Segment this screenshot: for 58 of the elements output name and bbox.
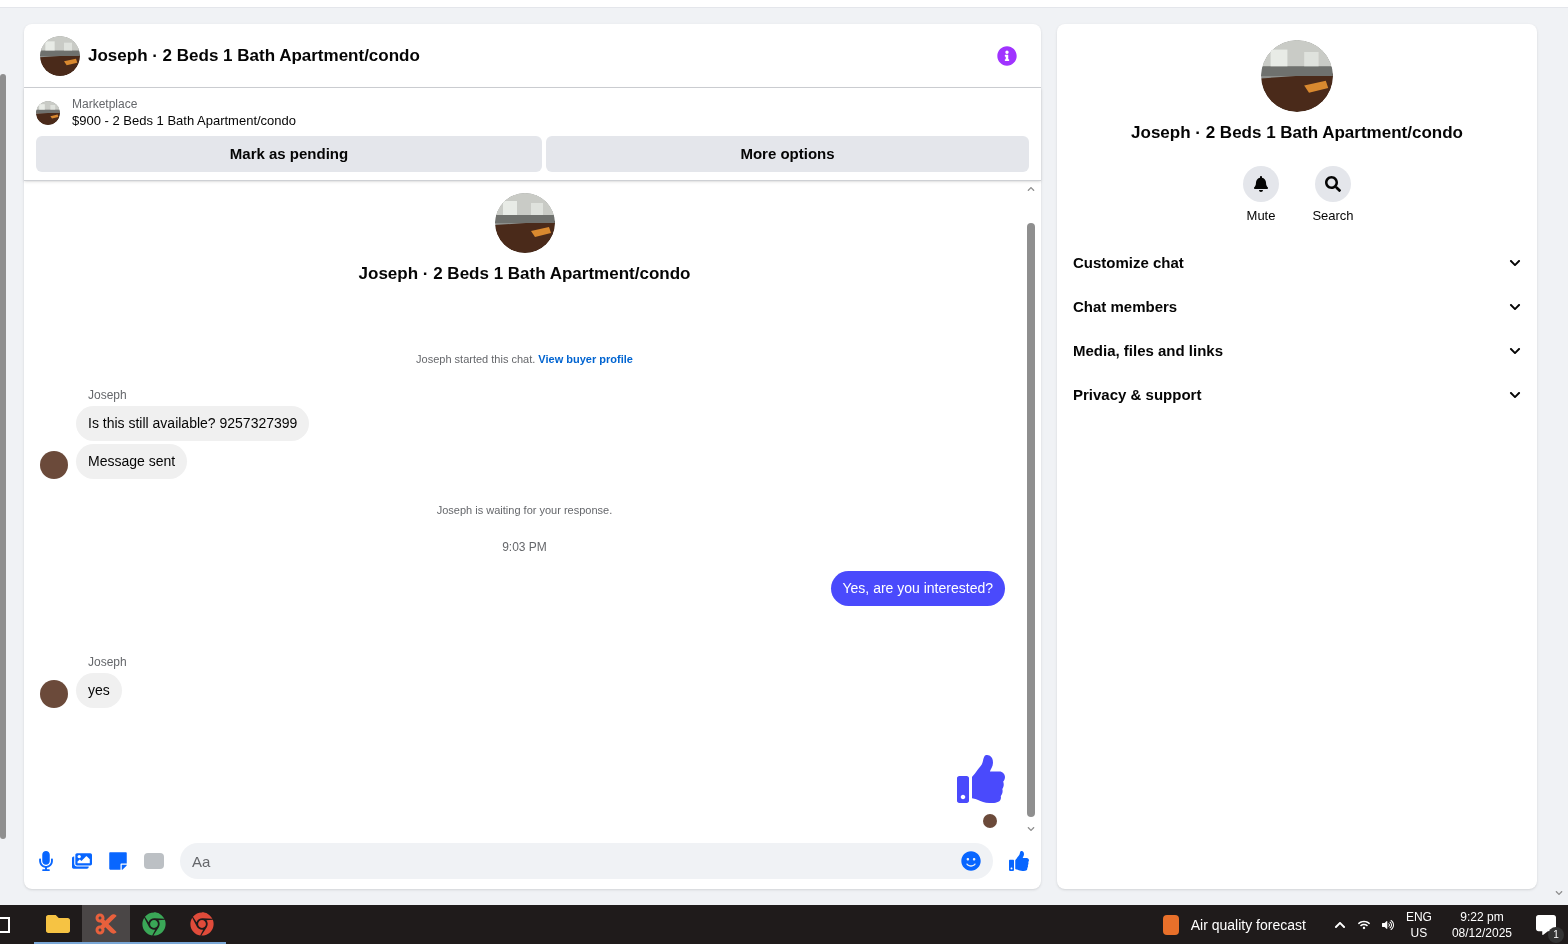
outgoing-message: Yes, are you interested? (830, 570, 1005, 606)
search-icon (1325, 175, 1341, 192)
language-indicator[interactable]: ENG (1405, 908, 1432, 925)
chevron-icon (1509, 257, 1521, 269)
region-indicator[interactable]: US (1410, 924, 1428, 941)
avatar (983, 813, 997, 828)
notifications-icon[interactable] (1536, 914, 1556, 935)
microphone-icon[interactable] (36, 851, 56, 871)
scrollbar[interactable] (0, 74, 6, 839)
browser-icon[interactable] (190, 911, 214, 936)
listing-action-button[interactable]: Mark as pending (36, 136, 542, 172)
details-section[interactable]: Customize chat (1065, 241, 1529, 285)
mute-button[interactable]: Mute (1237, 165, 1285, 225)
system-message: Joseph is waiting for your response. (435, 503, 614, 518)
clock-time[interactable]: 9:22 pm (1460, 908, 1504, 925)
sender-name: Joseph (88, 653, 128, 670)
chat-title: Joseph · 2 Beds 1 Bath Apartment/condo (88, 44, 420, 67)
bell-icon (1253, 175, 1269, 192)
browser-icon[interactable] (142, 911, 166, 936)
details-title: Joseph · 2 Beds 1 Bath Apartment/condo (1131, 122, 1463, 144)
chevron-icon (1509, 389, 1521, 401)
sender-name: Joseph (88, 387, 128, 403)
scissors-icon[interactable] (94, 911, 118, 936)
details-section[interactable]: Chat members (1065, 285, 1529, 329)
listing-source: Marketplace (72, 96, 139, 112)
incoming-message: yes (76, 672, 122, 708)
system-message: Joseph started this chat. View buyer profile (415, 351, 634, 367)
intro-title: Joseph · 2 Beds 1 Bath Apartment/condo (358, 263, 691, 285)
buyer-profile-link[interactable]: View buyer profile (538, 352, 633, 365)
message-field[interactable]: Aa (180, 843, 993, 879)
sticker-icon[interactable] (108, 851, 128, 871)
weather-icon[interactable] (1162, 914, 1179, 935)
details-section[interactable]: Media, files and links (1065, 329, 1529, 373)
chevron-icon (1509, 345, 1521, 357)
wifi-icon[interactable] (1357, 918, 1370, 931)
weather-widget[interactable]: Air quality forecast (1190, 914, 1306, 935)
thumbs-up-icon[interactable] (1009, 851, 1029, 871)
scroll-down-icon[interactable] (1027, 825, 1035, 833)
volume-icon[interactable] (1381, 918, 1394, 931)
listing-action-button[interactable]: More options (546, 136, 1029, 172)
scrollbar[interactable] (1027, 223, 1035, 817)
incoming-message: Message sent (76, 444, 188, 479)
notification-count: 1 (1548, 926, 1564, 943)
incoming-message: Is this still available? 9257327399 (76, 406, 310, 441)
timestamp: 9:03 PM (501, 538, 548, 555)
thumbs-up-icon (957, 754, 1005, 803)
chevron-icon (1509, 301, 1521, 313)
scroll-up-icon[interactable] (1027, 185, 1035, 193)
clock-date[interactable]: 08/12/2025 (1451, 924, 1512, 941)
image-icon[interactable] (72, 851, 92, 871)
info-icon[interactable] (997, 45, 1017, 66)
emoji-icon[interactable] (961, 851, 981, 871)
listing-summary: $900 - 2 Beds 1 Bath Apartment/condo (72, 112, 297, 130)
details-section[interactable]: Privacy & support (1065, 373, 1529, 417)
avatar (40, 679, 68, 708)
avatar (40, 451, 68, 479)
search-button[interactable]: Search (1309, 165, 1357, 225)
scroll-down-icon[interactable] (1555, 889, 1563, 897)
